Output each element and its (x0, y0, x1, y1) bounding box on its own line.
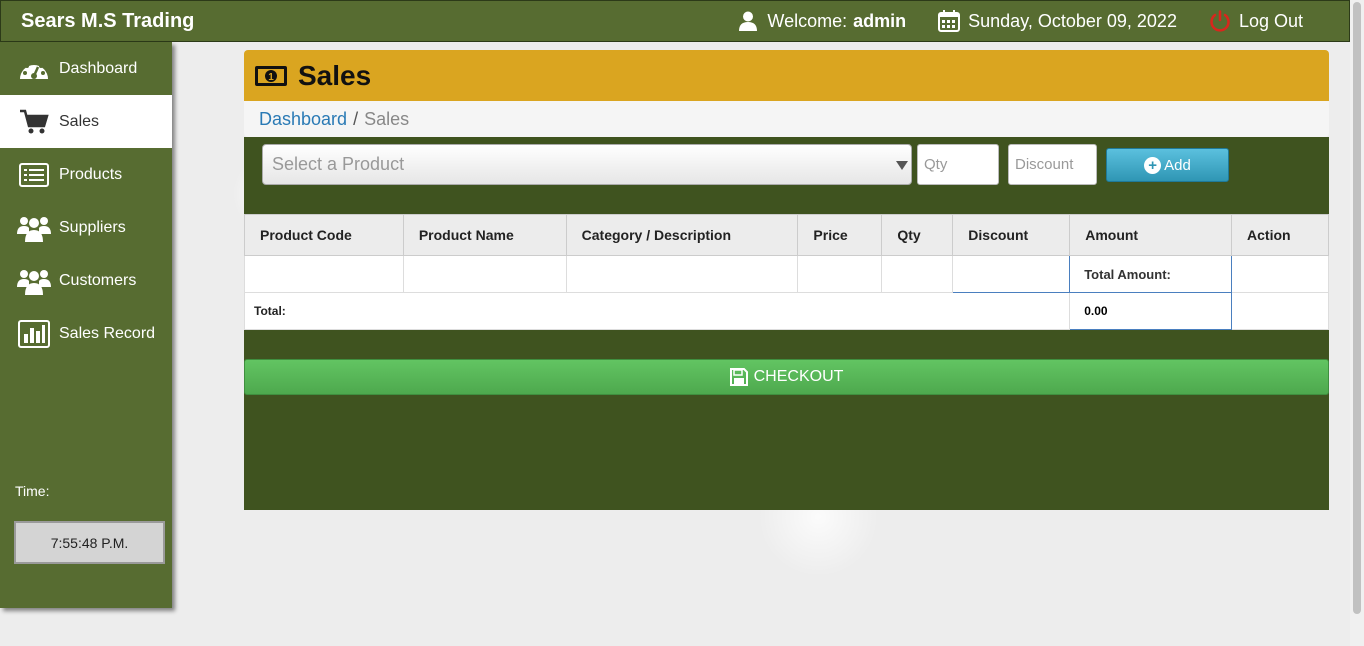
total-row: Total: 0.00 (243, 292, 1329, 330)
sidebar-item-dashboard[interactable]: Dashboard (0, 42, 172, 95)
table-cell (1231, 292, 1329, 330)
table-cell (1231, 255, 1329, 293)
product-select-placeholder: Select a Product (272, 154, 405, 174)
clock-display: 7:55:48 P.M. (14, 521, 165, 564)
vertical-scrollbar[interactable] (1350, 0, 1364, 646)
welcome-label: Welcome: (767, 10, 848, 31)
column-header: Qty (881, 214, 954, 256)
table-row: Total Amount: (244, 255, 1329, 293)
qty-input[interactable]: Qty (917, 144, 999, 185)
page-title: Sales (298, 59, 372, 91)
plus-circle-icon: + (1144, 156, 1162, 174)
shopping-cart-icon (17, 107, 51, 137)
brand-title[interactable]: Sears M.S Trading (21, 10, 194, 33)
sidebar-item-sales[interactable]: Sales (0, 95, 172, 148)
table-header-row: Product Code Product Name Category / Des… (244, 214, 1329, 256)
column-header: Product Code (244, 214, 404, 256)
sidebar-item-label: Products (59, 165, 123, 183)
dropdown-arrow-icon (896, 161, 908, 170)
sidebar-item-label: Sales Record (59, 324, 156, 342)
dashboard-gauge-icon (17, 54, 51, 84)
table-cell (244, 255, 404, 293)
add-button[interactable]: + Add (1106, 148, 1229, 182)
discount-input[interactable]: Discount (1008, 144, 1097, 185)
sidebar-item-label: Sales (59, 112, 100, 130)
breadcrumb: Dashboard / Sales (244, 101, 1329, 137)
sidebar-item-suppliers[interactable]: Suppliers (0, 201, 172, 254)
top-navbar: Sears M.S Trading Welcome: admin Sunday,… (0, 0, 1350, 42)
breadcrumb-dashboard-link[interactable]: Dashboard (259, 109, 347, 130)
sidebar-item-products[interactable]: Products (0, 148, 172, 201)
sidebar-item-label: Dashboard (59, 59, 138, 77)
power-icon (1210, 10, 1230, 32)
table-cell (402, 255, 567, 293)
product-select[interactable]: Select a Product (262, 144, 912, 185)
page-header: 1 Sales (244, 50, 1329, 101)
sidebar-item-sales-record[interactable]: Sales Record (0, 307, 172, 360)
bar-chart-icon (17, 319, 51, 349)
current-date: Sunday, October 09, 2022 (938, 10, 1177, 32)
username: admin (853, 10, 907, 31)
logout-link[interactable]: Log Out (1209, 10, 1303, 32)
column-header: Action (1231, 214, 1329, 256)
column-header: Category / Description (565, 214, 799, 256)
breadcrumb-separator: / (353, 108, 359, 129)
sidebar-item-label: Customers (59, 271, 137, 289)
calendar-icon (938, 10, 961, 32)
money-icon: 1 (255, 65, 287, 86)
table-cell (881, 255, 954, 293)
scrollbar-thumb[interactable] (1353, 2, 1361, 614)
total-amount-label: Total Amount: (1069, 255, 1233, 293)
add-button-label: Add (1164, 156, 1191, 174)
users-icon (17, 266, 51, 296)
user-icon (739, 11, 758, 31)
date-text: Sunday, October 09, 2022 (968, 10, 1177, 31)
logout-label: Log Out (1238, 10, 1303, 31)
welcome-user: Welcome: admin (737, 10, 906, 32)
save-icon (729, 368, 748, 386)
users-icon (17, 213, 51, 243)
column-header: Discount (952, 214, 1071, 256)
total-value: 0.00 (1069, 292, 1233, 330)
total-label: Total: (243, 292, 1071, 330)
sales-table: Product Code Product Name Category / Des… (243, 214, 1329, 330)
checkout-label: CHECKOUT (753, 368, 844, 385)
time-label: Time: (15, 483, 50, 499)
list-icon (17, 160, 51, 190)
column-header: Product Name (402, 214, 567, 256)
table-cell (565, 255, 799, 293)
checkout-button[interactable]: CHECKOUT (244, 359, 1329, 395)
sales-panel: Select a Product Qty Discount + Add Prod… (243, 137, 1329, 510)
svg-text:1: 1 (268, 72, 274, 83)
breadcrumb-current: Sales (364, 108, 410, 129)
table-cell (797, 255, 883, 293)
sidebar-item-label: Suppliers (59, 218, 126, 236)
column-header: Price (797, 214, 883, 256)
sidebar: Dashboard Sales Products Suppliers Custo… (0, 42, 172, 608)
sidebar-item-customers[interactable]: Customers (0, 254, 172, 307)
column-header: Amount (1069, 214, 1233, 256)
discount-cell[interactable] (952, 255, 1071, 293)
